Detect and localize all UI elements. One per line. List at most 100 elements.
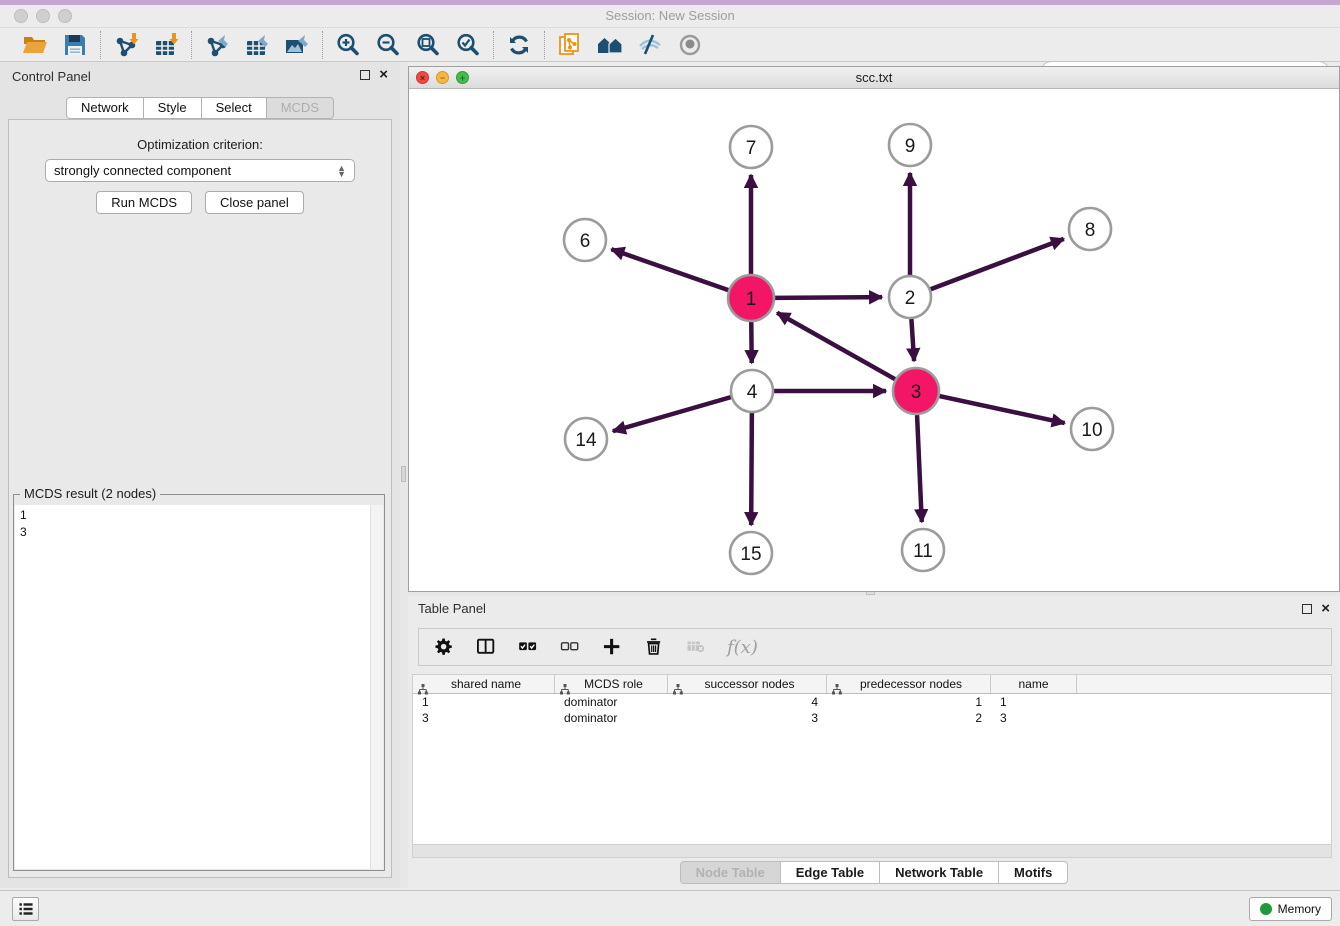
import-network-icon[interactable] bbox=[113, 32, 139, 58]
column-header-shared-name[interactable]: shared name bbox=[413, 675, 555, 693]
export-network-icon[interactable] bbox=[204, 32, 230, 58]
control-panel-tabs: NetworkStyleSelectMCDS bbox=[0, 97, 400, 119]
edge-3-10[interactable] bbox=[939, 396, 1064, 423]
node-4[interactable]: 4 bbox=[731, 370, 773, 412]
node-8[interactable]: 8 bbox=[1069, 208, 1111, 250]
network-canvas[interactable]: 7 9 6 8 1 2 4 3 14 10 15 11 bbox=[409, 89, 1339, 591]
node-3[interactable]: 3 bbox=[893, 368, 939, 414]
close-window-button[interactable] bbox=[14, 9, 28, 23]
column-header-predecessor-nodes[interactable]: predecessor nodes bbox=[827, 675, 991, 693]
node-9[interactable]: 9 bbox=[889, 124, 931, 166]
zoom-view-button[interactable]: + bbox=[456, 71, 469, 84]
close-panel-icon[interactable]: × bbox=[379, 66, 388, 83]
node-14[interactable]: 14 bbox=[565, 418, 607, 460]
table-cell[interactable]: 3 bbox=[413, 710, 555, 726]
memory-label: Memory bbox=[1278, 902, 1321, 916]
edge-2-8[interactable] bbox=[931, 239, 1064, 289]
hide-selected-icon[interactable] bbox=[637, 32, 663, 58]
float-panel-icon[interactable] bbox=[360, 70, 370, 80]
node-6[interactable]: 6 bbox=[564, 219, 606, 261]
export-table-icon[interactable] bbox=[244, 32, 270, 58]
edge-4-14[interactable] bbox=[613, 397, 731, 431]
run-mcds-button[interactable]: Run MCDS bbox=[96, 191, 192, 214]
close-panel-button[interactable]: Close panel bbox=[205, 191, 304, 214]
import-table-icon[interactable] bbox=[153, 32, 179, 58]
vertical-split-divider[interactable] bbox=[400, 62, 408, 888]
table-cell[interactable]: 3 bbox=[991, 710, 1077, 726]
divider-handle[interactable] bbox=[401, 466, 406, 482]
open-file-icon[interactable] bbox=[22, 32, 48, 58]
table-cell[interactable]: 3 bbox=[668, 710, 827, 726]
show-all-icon[interactable] bbox=[677, 32, 703, 58]
column-header-name[interactable]: name bbox=[991, 675, 1077, 693]
save-session-icon[interactable] bbox=[62, 32, 88, 58]
network-graph[interactable]: 7 9 6 8 1 2 4 3 14 10 15 11 bbox=[409, 89, 1339, 591]
new-network-from-selection-icon[interactable] bbox=[557, 32, 583, 58]
tab-style[interactable]: Style bbox=[144, 97, 202, 119]
node-7[interactable]: 7 bbox=[730, 126, 772, 168]
tab-motifs[interactable]: Motifs bbox=[999, 861, 1068, 884]
table-cell[interactable]: 1 bbox=[991, 694, 1077, 710]
delete-row-icon[interactable] bbox=[643, 636, 665, 658]
table-cell[interactable]: 4 bbox=[668, 694, 827, 710]
table-row[interactable]: 3dominator323 bbox=[413, 710, 1331, 726]
edge-4-15[interactable] bbox=[751, 413, 752, 525]
edge-1-2[interactable] bbox=[775, 297, 882, 298]
add-row-icon[interactable] bbox=[601, 636, 623, 658]
criterion-select[interactable]: strongly connected component ▲▼ bbox=[45, 159, 355, 182]
export-image-icon[interactable] bbox=[284, 32, 310, 58]
network-window-controls: ×−+ bbox=[416, 71, 469, 84]
column-header-successor-nodes[interactable]: successor nodes bbox=[668, 675, 827, 693]
tab-edge-table[interactable]: Edge Table bbox=[781, 861, 880, 884]
tab-mcds[interactable]: MCDS bbox=[267, 97, 334, 119]
table-cell[interactable]: 1 bbox=[413, 694, 555, 710]
table-settings-icon[interactable] bbox=[433, 636, 455, 658]
float-panel-icon[interactable] bbox=[1302, 604, 1312, 614]
node-15[interactable]: 15 bbox=[730, 532, 772, 574]
column-header-MCDS-role[interactable]: MCDS role bbox=[555, 675, 668, 693]
node-11[interactable]: 11 bbox=[902, 529, 944, 571]
refresh-view-icon[interactable] bbox=[506, 32, 532, 58]
tab-select[interactable]: Select bbox=[202, 97, 267, 119]
edge-3-1[interactable] bbox=[777, 313, 895, 379]
network-window-titlebar[interactable]: ×−+ scc.txt bbox=[409, 67, 1339, 89]
memory-button[interactable]: Memory bbox=[1249, 897, 1332, 921]
mcds-result-box[interactable]: 13 bbox=[15, 505, 383, 869]
column-header-filler bbox=[1077, 675, 1331, 693]
edge-1-6[interactable] bbox=[611, 249, 728, 290]
table-cell[interactable]: 1 bbox=[827, 694, 991, 710]
table-cell[interactable]: dominator bbox=[555, 710, 668, 726]
minimize-window-button[interactable] bbox=[36, 9, 50, 23]
deselect-all-columns-icon[interactable] bbox=[559, 636, 581, 658]
select-all-columns-icon[interactable] bbox=[517, 636, 539, 658]
table-horizontal-scrollbar[interactable] bbox=[412, 845, 1332, 858]
task-list-icon bbox=[17, 900, 35, 918]
close-view-button[interactable]: × bbox=[416, 71, 429, 84]
tab-network-table[interactable]: Network Table bbox=[880, 861, 999, 884]
zoom-selected-icon[interactable] bbox=[455, 32, 481, 58]
minimize-view-button[interactable]: − bbox=[436, 71, 449, 84]
edge-3-11[interactable] bbox=[917, 415, 922, 522]
table-cell[interactable]: 2 bbox=[827, 710, 991, 726]
table-row[interactable]: 1dominator411 bbox=[413, 694, 1331, 710]
tab-node-table[interactable]: Node Table bbox=[680, 861, 781, 884]
edge-2-3[interactable] bbox=[911, 319, 914, 361]
node-2[interactable]: 2 bbox=[889, 276, 931, 318]
node-label: 11 bbox=[913, 541, 933, 562]
table-panel-title: Table Panel bbox=[418, 601, 486, 616]
result-scrollbar[interactable] bbox=[370, 505, 383, 869]
close-panel-icon[interactable]: × bbox=[1321, 600, 1330, 617]
zoom-out-icon[interactable] bbox=[375, 32, 401, 58]
node-1[interactable]: 1 bbox=[728, 275, 774, 321]
node-10[interactable]: 10 bbox=[1071, 408, 1113, 450]
table-cell[interactable]: dominator bbox=[555, 694, 668, 710]
task-history-button[interactable] bbox=[12, 897, 39, 921]
zoom-fit-icon[interactable] bbox=[415, 32, 441, 58]
mcds-result-lines: 13 bbox=[15, 505, 383, 543]
tab-network[interactable]: Network bbox=[66, 97, 144, 119]
zoom-window-button[interactable] bbox=[58, 9, 72, 23]
split-panel-icon[interactable] bbox=[475, 636, 497, 658]
first-neighbors-icon[interactable] bbox=[597, 32, 623, 58]
optimization-criterion-label: Optimization criterion: bbox=[9, 137, 391, 152]
zoom-in-icon[interactable] bbox=[335, 32, 361, 58]
